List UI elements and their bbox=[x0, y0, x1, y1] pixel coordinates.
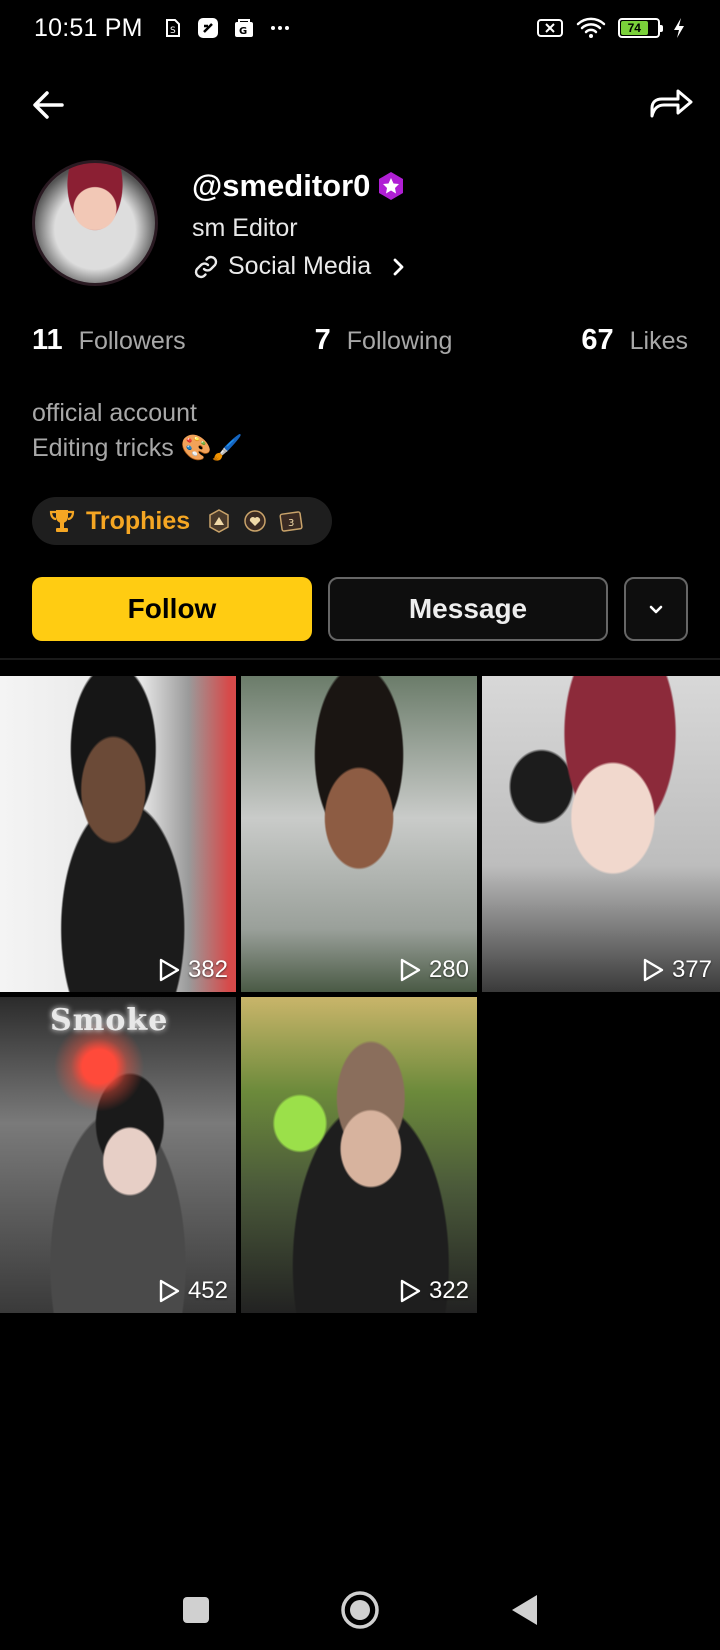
chevron-down-icon bbox=[649, 605, 663, 614]
username-row: @smeditor0 bbox=[192, 168, 408, 204]
video-thumbnail bbox=[241, 997, 477, 1313]
verified-badge-icon[interactable] bbox=[374, 169, 408, 203]
followers-stat[interactable]: 11 Followers bbox=[32, 324, 186, 357]
video-tile[interactable]: 377 bbox=[482, 676, 720, 992]
profile-stats: 11 Followers 7 Following 67 Likes bbox=[32, 324, 688, 364]
video-thumbnail bbox=[482, 676, 720, 992]
system-icons: 74 bbox=[536, 16, 686, 40]
more-dots-icon bbox=[270, 26, 289, 30]
play-icon bbox=[159, 958, 180, 982]
play-count-value: 452 bbox=[187, 1277, 228, 1304]
bio-line: Editing tricks 🎨🖌️ bbox=[32, 434, 243, 462]
heart-badge-icon bbox=[244, 510, 266, 532]
profile-link[interactable]: Social Media bbox=[192, 252, 409, 281]
following-count: 7 bbox=[314, 324, 331, 356]
badge-icon bbox=[209, 509, 229, 533]
play-icon bbox=[400, 958, 421, 982]
status-time: 10:51 PM bbox=[34, 13, 143, 42]
play-count-value: 382 bbox=[187, 956, 228, 983]
back-button[interactable] bbox=[502, 1588, 546, 1632]
video-tile[interactable]: 322 bbox=[241, 997, 477, 1313]
no-sim-icon bbox=[537, 19, 563, 37]
notification-icons: S G bbox=[161, 17, 291, 39]
play-count-value: 322 bbox=[428, 1277, 469, 1304]
thumbnail-overlay-text: Smoke bbox=[50, 1003, 169, 1038]
play-count: 280 bbox=[399, 956, 469, 984]
system-nav-bar bbox=[0, 1570, 720, 1650]
store-notification-icon: G bbox=[234, 19, 253, 37]
followers-label: Followers bbox=[78, 327, 186, 355]
home-button[interactable] bbox=[338, 1588, 382, 1632]
video-tile[interactable]: 280 bbox=[241, 676, 477, 992]
trophies-bar[interactable]: Trophies 3 bbox=[32, 497, 332, 545]
bio-line: official account bbox=[32, 399, 197, 427]
more-options-button[interactable] bbox=[624, 577, 688, 641]
home-circle-icon bbox=[341, 1591, 379, 1629]
likes-stat[interactable]: 67 Likes bbox=[581, 324, 688, 357]
trophy-icon bbox=[49, 510, 75, 532]
svg-text:S: S bbox=[170, 26, 176, 36]
charging-icon bbox=[674, 18, 684, 38]
bio: official account Editing tricks 🎨🖌️ bbox=[32, 396, 243, 466]
play-count-value: 377 bbox=[671, 956, 712, 983]
battery-level: 74 bbox=[621, 21, 648, 35]
wifi-icon bbox=[576, 17, 606, 38]
top-nav bbox=[0, 70, 720, 140]
trophies-label: Trophies bbox=[86, 506, 191, 535]
svg-text:3: 3 bbox=[288, 518, 294, 529]
likes-count: 67 bbox=[581, 324, 614, 356]
sim-icon: S bbox=[165, 19, 180, 37]
link-icon bbox=[194, 255, 218, 278]
divider bbox=[0, 658, 720, 660]
app-notification-icon bbox=[197, 18, 218, 38]
following-stat[interactable]: 7 Following bbox=[315, 324, 453, 357]
play-count: 322 bbox=[399, 1277, 469, 1305]
play-icon bbox=[400, 1279, 421, 1303]
following-label: Following bbox=[346, 327, 453, 355]
battery-indicator: 74 bbox=[618, 18, 663, 38]
video-tile[interactable]: Smoke 452 bbox=[0, 997, 236, 1313]
play-icon bbox=[159, 1279, 180, 1303]
followers-count: 11 bbox=[32, 324, 63, 356]
status-bar: 10:51 PM S G 74 bbox=[0, 0, 720, 56]
calendar-badge-icon: 3 bbox=[279, 511, 303, 532]
svg-text:G: G bbox=[239, 26, 247, 37]
square-icon bbox=[183, 1597, 209, 1623]
video-tile[interactable]: 382 bbox=[0, 676, 236, 992]
likes-label: Likes bbox=[629, 327, 688, 355]
video-thumbnail bbox=[241, 676, 477, 992]
play-icon bbox=[643, 958, 664, 982]
arrow-left-icon[interactable] bbox=[28, 84, 70, 126]
display-name: sm Editor bbox=[192, 214, 298, 242]
play-count: 377 bbox=[642, 956, 712, 984]
play-count: 452 bbox=[158, 1277, 228, 1305]
chevron-right-icon bbox=[393, 258, 404, 275]
play-count: 382 bbox=[158, 956, 228, 984]
message-button[interactable]: Message bbox=[328, 577, 608, 641]
avatar[interactable] bbox=[32, 160, 158, 286]
username: @smeditor0 bbox=[192, 168, 371, 203]
video-thumbnail bbox=[0, 676, 236, 992]
profile-link-label: Social Media bbox=[228, 252, 372, 280]
follow-button[interactable]: Follow bbox=[32, 577, 312, 641]
video-thumbnail bbox=[0, 997, 236, 1313]
share-icon[interactable] bbox=[646, 82, 696, 126]
play-count-value: 280 bbox=[428, 956, 469, 983]
recent-apps-button[interactable] bbox=[174, 1588, 218, 1632]
triangle-back-icon bbox=[512, 1595, 537, 1625]
